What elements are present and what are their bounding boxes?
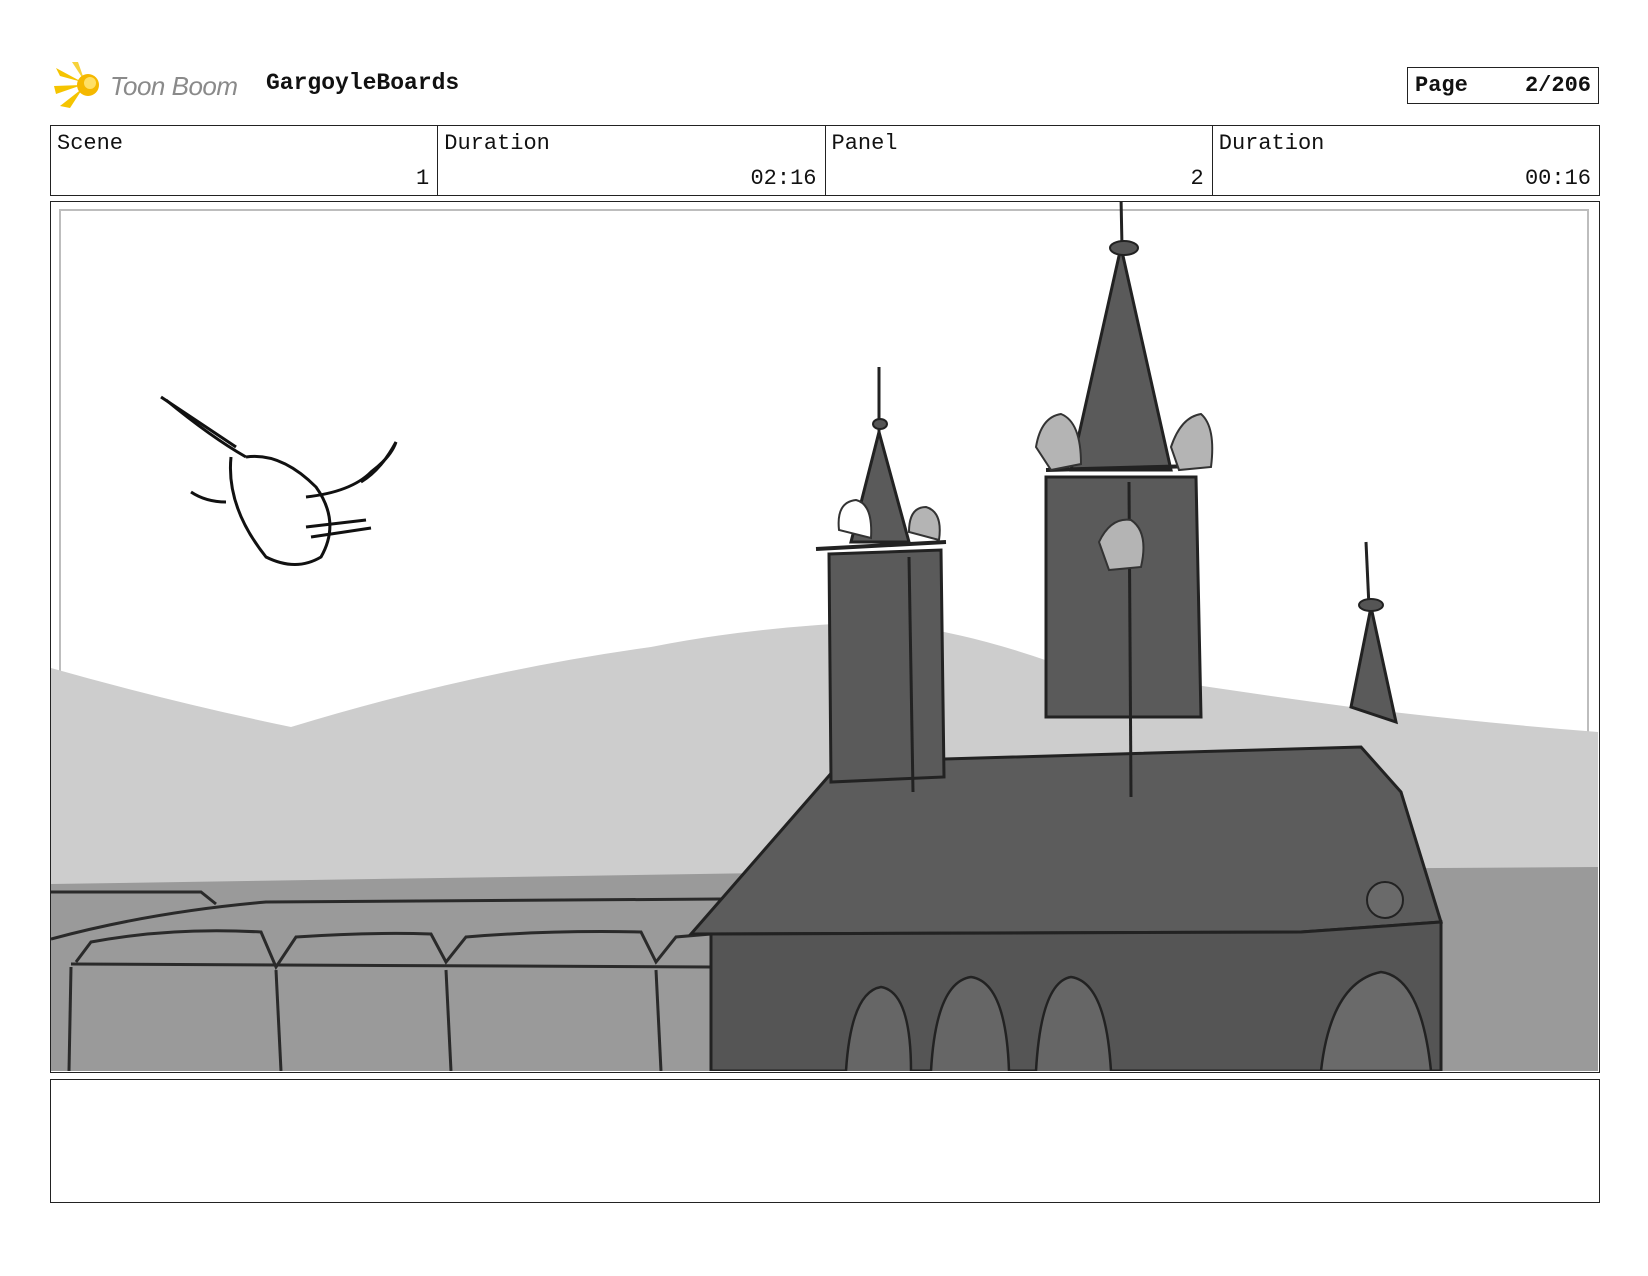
- project-title: GargoyleBoards: [266, 70, 460, 96]
- panel-info-row: Scene 1 Duration 02:16 Panel 2 Duration …: [50, 125, 1600, 196]
- scene-cell: Scene 1: [51, 126, 439, 195]
- left-tower: [827, 548, 946, 784]
- page-label: Page: [1415, 73, 1468, 98]
- scene-duration-label: Duration: [444, 131, 550, 156]
- panel-duration-cell: Duration 00:16: [1213, 126, 1599, 195]
- logo-text: Toon Boom: [110, 70, 238, 101]
- panel-duration-value: 00:16: [1524, 166, 1591, 191]
- panel-drawing: [51, 202, 1598, 1071]
- rose-window: [1366, 881, 1404, 919]
- church-windows: [844, 975, 1113, 1071]
- scene-duration-value: 02:16: [750, 166, 817, 191]
- toon-boom-star-icon: [54, 62, 99, 108]
- panel-cell: Panel 2: [826, 126, 1213, 195]
- center-spire: [1069, 246, 1173, 472]
- scene-value: 1: [416, 166, 430, 191]
- storyboard-panel: [50, 201, 1600, 1073]
- panel-value: 2: [1190, 166, 1204, 191]
- toon-boom-logo: Toon Boom: [52, 58, 252, 114]
- flying-bird-sketch: [160, 395, 398, 566]
- scene-label: Scene: [57, 131, 124, 156]
- panel-notes: [50, 1079, 1600, 1203]
- panel-label: Panel: [831, 131, 898, 156]
- scene-duration-cell: Duration 02:16: [438, 126, 826, 195]
- right-spire: [1349, 606, 1399, 725]
- page-counter: Page 2/206: [1407, 67, 1599, 104]
- panel-duration-label: Duration: [1218, 131, 1325, 156]
- page-value: 2/206: [1524, 73, 1591, 98]
- center-tower: [1044, 475, 1203, 719]
